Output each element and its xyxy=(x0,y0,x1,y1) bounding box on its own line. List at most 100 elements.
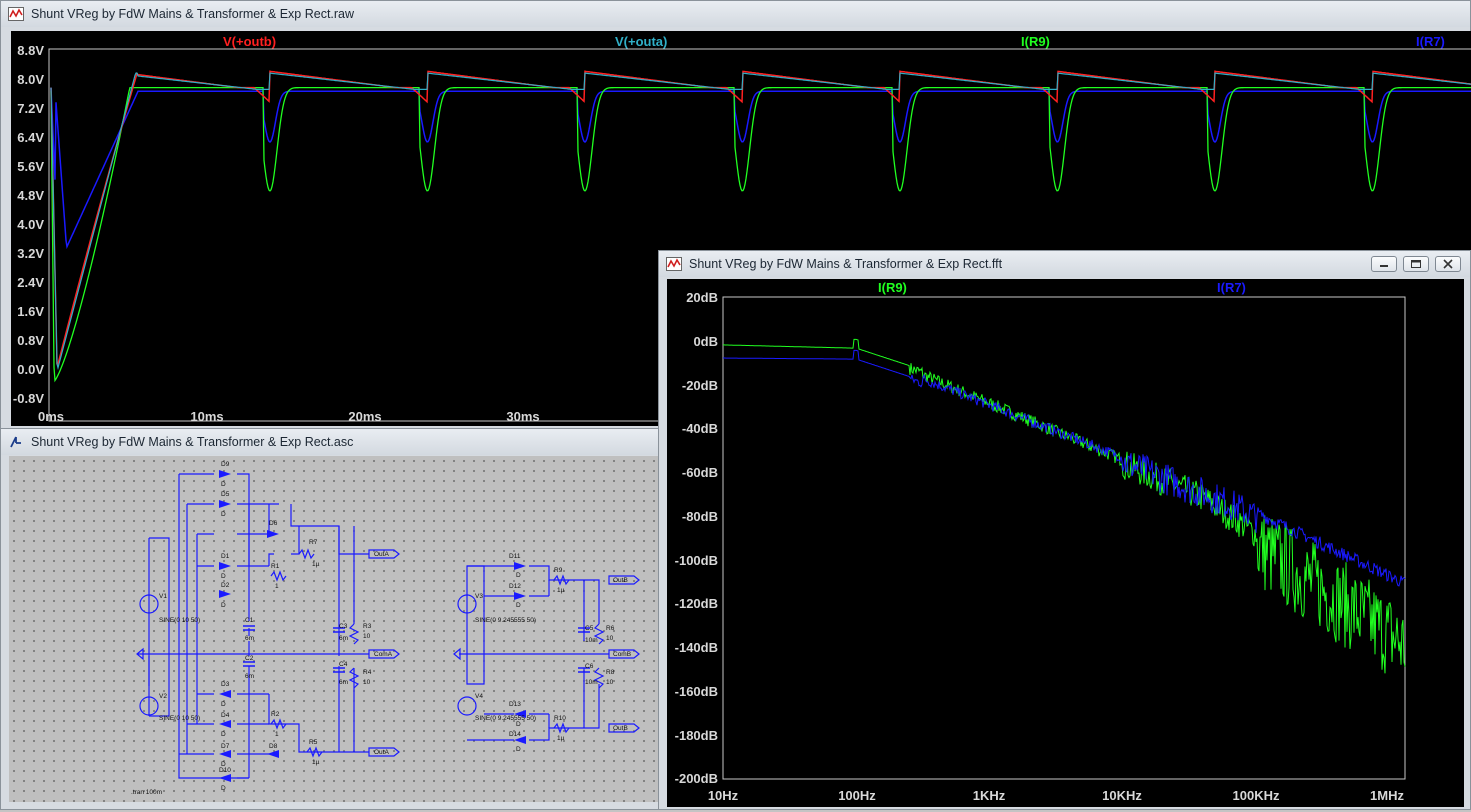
label-d: D xyxy=(516,572,521,579)
label-sixm: 6m xyxy=(245,635,254,642)
legend-fft-i-r7[interactable]: I(R7) xyxy=(1217,280,1246,295)
label-ten: 10 xyxy=(606,679,614,686)
label-sixm: 6m xyxy=(245,673,254,680)
label-outa: OutA xyxy=(374,551,389,558)
diode-d6[interactable] xyxy=(267,530,279,538)
raw-window-titlebar[interactable]: Shunt VReg by FdW Mains & Transformer & … xyxy=(1,1,1470,27)
label-r9: R9 xyxy=(554,567,563,574)
raw-x-tick: 20ms xyxy=(348,409,381,424)
label-d11: D11 xyxy=(509,553,521,560)
label-ten: 10 xyxy=(606,635,614,642)
legend-v-outb[interactable]: V(+outb) xyxy=(223,34,276,49)
label-mu: 1µ xyxy=(312,561,320,568)
fft-y-tick: 0dB xyxy=(693,334,718,349)
label-r5: R5 xyxy=(309,739,318,746)
fft-y-tick: -140dB xyxy=(675,640,718,655)
legend-v-outa[interactable]: V(+outa) xyxy=(615,34,667,49)
label-d: D xyxy=(516,721,521,728)
schematic-window[interactable]: Shunt VReg by FdW Mains & Transformer & … xyxy=(0,428,662,810)
raw-y-tick: 8.0V xyxy=(17,72,44,87)
diode-d7[interactable] xyxy=(219,750,231,758)
raw-x-tick: 10ms xyxy=(190,409,223,424)
fft-window-title: Shunt VReg by FdW Mains & Transformer & … xyxy=(689,257,1003,271)
resistor-r7[interactable] xyxy=(298,548,315,560)
label-d: D xyxy=(221,701,226,708)
fft-plot-area[interactable]: I(R9) I(R7) 20dB 0dB -20dB -40dB -60dB -… xyxy=(667,279,1464,807)
legend-i-r9[interactable]: I(R9) xyxy=(1021,34,1050,49)
diode-d3[interactable] xyxy=(219,690,231,698)
resistor-r3[interactable] xyxy=(348,623,360,645)
label-c3: C3 xyxy=(339,623,348,630)
label-r4: R4 xyxy=(363,669,372,676)
capacitors xyxy=(243,625,590,673)
label-d9: D9 xyxy=(221,461,230,468)
fft-x-axis: 10Hz 100Hz 1KHz 10KHz 100KHz 1MHz xyxy=(708,788,1405,803)
minimize-button[interactable] xyxy=(1371,256,1397,272)
fft-trace-i-r9[interactable] xyxy=(723,338,1406,674)
raw-y-tick: 8.8V xyxy=(17,43,44,58)
fft-y-tick: -200dB xyxy=(675,771,718,786)
source-v4[interactable] xyxy=(457,696,477,716)
label-mu: 1µ xyxy=(557,587,565,594)
label-d: D xyxy=(516,602,521,609)
label-tenm: 10m xyxy=(585,637,598,644)
label-src-a: SINE(0 10 50) xyxy=(159,617,200,624)
diode-d4[interactable] xyxy=(219,720,231,728)
diode-d5[interactable] xyxy=(219,500,231,508)
legend-fft-i-r9[interactable]: I(R9) xyxy=(878,280,907,295)
label-src-a: SINE(0 10 50) xyxy=(159,715,200,722)
trace-i-r7[interactable] xyxy=(50,87,1471,250)
capacitor-c2[interactable] xyxy=(243,661,255,667)
diode-d11[interactable] xyxy=(514,562,526,570)
label-mu: 1µ xyxy=(312,759,320,766)
diode-d10[interactable] xyxy=(219,774,231,782)
fft-x-tick: 1KHz xyxy=(973,788,1006,803)
diode-d2[interactable] xyxy=(219,590,231,598)
diode-d8[interactable] xyxy=(267,750,279,758)
raw-y-tick: 4.0V xyxy=(17,217,44,232)
label-one: 1 xyxy=(275,583,279,590)
fft-x-tick: 100Hz xyxy=(838,788,876,803)
restore-button[interactable] xyxy=(1403,256,1429,272)
label-d13: D13 xyxy=(509,701,521,708)
label-coma: ComA xyxy=(374,651,393,658)
label-outb: OutB xyxy=(613,577,628,584)
fft-x-tick: 10Hz xyxy=(708,788,739,803)
label-ten: 10 xyxy=(363,679,371,686)
schematic-canvas[interactable]: D9 D5 D6 D1 D2 D3 D4 D7 D8 D10 D D D D D… xyxy=(9,456,661,802)
label-d14: D14 xyxy=(509,731,521,738)
fft-y-tick: 20dB xyxy=(686,290,718,305)
raw-y-tick: 6.4V xyxy=(17,130,44,145)
fft-window-titlebar[interactable]: Shunt VReg by FdW Mains & Transformer & … xyxy=(659,251,1470,277)
raw-y-tick: 3.2V xyxy=(17,246,44,261)
fft-y-axis: 20dB 0dB -20dB -40dB -60dB -80dB -100dB … xyxy=(675,290,718,786)
fft-window[interactable]: Shunt VReg by FdW Mains & Transformer & … xyxy=(658,250,1471,810)
waveform-icon xyxy=(666,257,682,271)
label-outa: OutA xyxy=(374,749,389,756)
fft-y-tick: -100dB xyxy=(675,553,718,568)
fft-plot-svg[interactable]: I(R9) I(R7) 20dB 0dB -20dB -40dB -60dB -… xyxy=(667,279,1464,807)
close-icon xyxy=(1443,259,1453,269)
schematic-window-titlebar[interactable]: Shunt VReg by FdW Mains & Transformer & … xyxy=(1,429,661,455)
label-one: 1 xyxy=(275,731,279,738)
schematic-svg[interactable]: D9 D5 D6 D1 D2 D3 D4 D7 D8 D10 D D D D D… xyxy=(9,456,661,802)
raw-x-tick: 0ms xyxy=(38,409,64,424)
legend-i-r7[interactable]: I(R7) xyxy=(1416,34,1445,49)
raw-window-title: Shunt VReg by FdW Mains & Transformer & … xyxy=(31,7,355,21)
fft-x-tick: 1MHz xyxy=(1370,788,1404,803)
diode-d9[interactable] xyxy=(219,470,231,478)
close-button[interactable] xyxy=(1435,256,1461,272)
diode-d1[interactable] xyxy=(219,562,231,570)
fft-trace-i-r7[interactable] xyxy=(723,349,1406,587)
tran-directive[interactable]: .tran 100m xyxy=(131,789,162,796)
fft-x-tick: 10KHz xyxy=(1102,788,1142,803)
fft-y-tick: -180dB xyxy=(675,728,718,743)
label-d: D xyxy=(221,481,226,488)
label-d2: D2 xyxy=(221,582,230,589)
label-r8: R8 xyxy=(606,669,615,676)
diode-d12[interactable] xyxy=(514,592,526,600)
label-d8: D8 xyxy=(269,743,278,750)
resistor-r1[interactable] xyxy=(270,570,287,582)
diodes xyxy=(219,470,526,782)
label-d: D xyxy=(221,573,226,580)
